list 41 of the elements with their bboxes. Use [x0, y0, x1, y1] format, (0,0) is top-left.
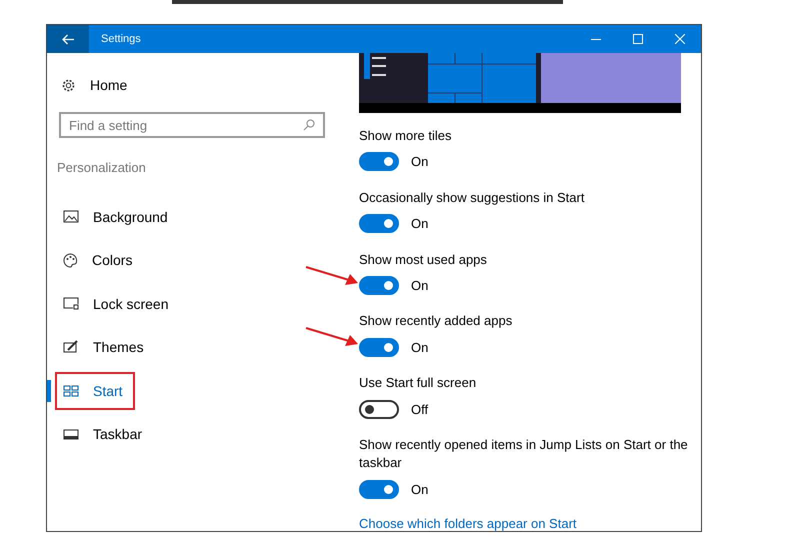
- toggle-state: Off: [411, 402, 428, 417]
- picture-icon: [63, 210, 79, 224]
- palette-icon: [63, 252, 78, 268]
- back-arrow-icon: [62, 34, 74, 44]
- lock-screen-icon: [63, 297, 79, 310]
- toggle-state: On: [411, 216, 428, 232]
- sidebar-item[interactable]: Start: [55, 372, 135, 410]
- maximize-icon: [633, 34, 643, 44]
- toggle-switch[interactable]: [359, 480, 399, 499]
- search-field[interactable]: Find a setting: [59, 112, 325, 138]
- search-icon: [303, 119, 315, 131]
- toggle-state: On: [411, 154, 428, 170]
- setting-label: Use Start full screen: [359, 374, 478, 392]
- setting-label: Show more tiles: [359, 127, 452, 145]
- window-title: Settings: [101, 33, 142, 45]
- sidebar-item[interactable]: Themes: [55, 328, 156, 366]
- sidebar-item[interactable]: Lock screen: [55, 284, 180, 323]
- toggle-state: On: [411, 482, 428, 497]
- back-button[interactable]: [47, 25, 89, 53]
- toggle-state: On: [411, 340, 428, 355]
- toggle-switch[interactable]: [359, 214, 399, 234]
- setting-label: Show recently added apps: [359, 312, 514, 330]
- brush-icon: [63, 340, 79, 354]
- home-item[interactable]: Home: [47, 73, 147, 97]
- close-icon: [675, 34, 685, 44]
- toggle-switch[interactable]: [359, 152, 399, 172]
- setting-label: Show most used apps: [359, 250, 488, 269]
- toggle-state: On: [411, 278, 428, 294]
- tiles-icon: [63, 384, 79, 397]
- taskbar-icon: [63, 428, 79, 440]
- sidebar-item[interactable]: Taskbar: [55, 415, 154, 454]
- toggle-switch[interactable]: [359, 400, 399, 419]
- sidebar-item[interactable]: Background: [55, 198, 180, 236]
- section-heading: Personalization: [57, 160, 147, 177]
- toggle-switch[interactable]: [359, 338, 399, 357]
- folders-link[interactable]: Choose which folders appear on Start: [359, 516, 701, 531]
- sidebar-item[interactable]: Colors: [55, 241, 144, 280]
- gear-icon: [61, 78, 76, 92]
- toggle-switch[interactable]: [359, 276, 399, 296]
- setting-label: Show recently opened items in Jump Lists on Start or the taskbar: [359, 436, 689, 472]
- setting-label: Occasionally show suggestions in Start: [359, 188, 586, 207]
